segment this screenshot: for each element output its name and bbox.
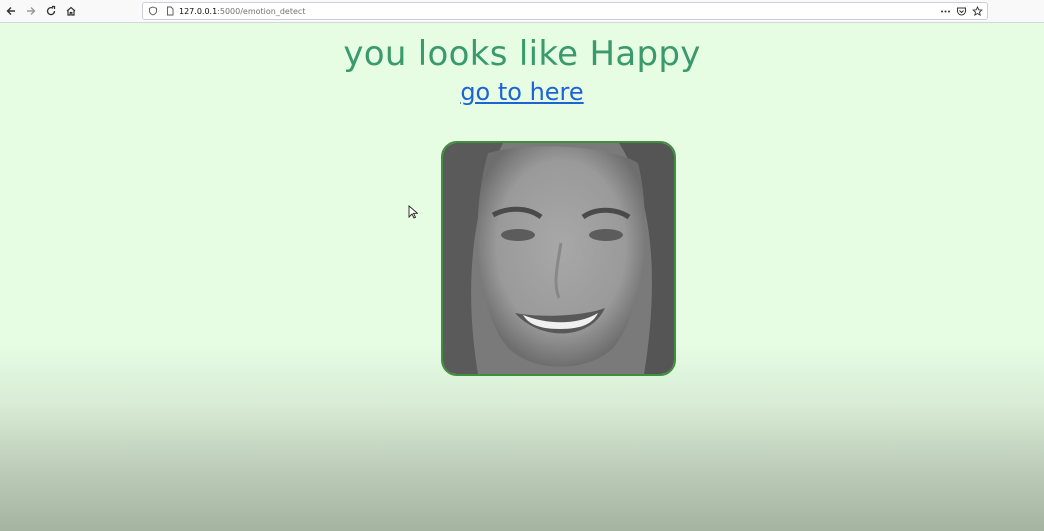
mouse-cursor-icon xyxy=(408,205,418,219)
browser-toolbar: 127.0.0.1:5000/emotion_detect xyxy=(0,0,1044,23)
shield-icon[interactable] xyxy=(146,4,160,18)
url-host: 127.0.0.1 xyxy=(179,6,218,16)
go-to-here-link[interactable]: go to here xyxy=(460,78,583,106)
back-icon xyxy=(6,7,15,15)
url-path: :5000/emotion_detect xyxy=(217,6,306,16)
pocket-button[interactable] xyxy=(953,3,969,19)
url-actions xyxy=(937,3,985,19)
page-content: you looks like Happy go to here xyxy=(0,23,1044,531)
bookmark-button[interactable] xyxy=(969,3,985,19)
bookmark-star-icon xyxy=(971,5,983,16)
back-button[interactable] xyxy=(2,2,20,20)
home-icon xyxy=(66,6,76,16)
reload-button[interactable] xyxy=(42,2,60,20)
page-icon[interactable] xyxy=(163,4,177,18)
pocket-icon xyxy=(956,7,966,15)
forward-button[interactable] xyxy=(22,2,40,20)
reload-icon xyxy=(46,5,56,16)
emotion-result-heading: you looks like Happy xyxy=(343,34,701,74)
more-button[interactable] xyxy=(937,3,953,19)
home-button[interactable] xyxy=(62,2,80,20)
forward-icon xyxy=(27,7,36,15)
address-bar[interactable]: 127.0.0.1:5000/emotion_detect xyxy=(142,2,988,20)
more-icon xyxy=(940,10,950,12)
url-text[interactable]: 127.0.0.1:5000/emotion_detect xyxy=(179,7,305,16)
face-photo xyxy=(441,141,676,376)
face-image xyxy=(443,143,674,374)
link-container: go to here xyxy=(0,78,1044,106)
